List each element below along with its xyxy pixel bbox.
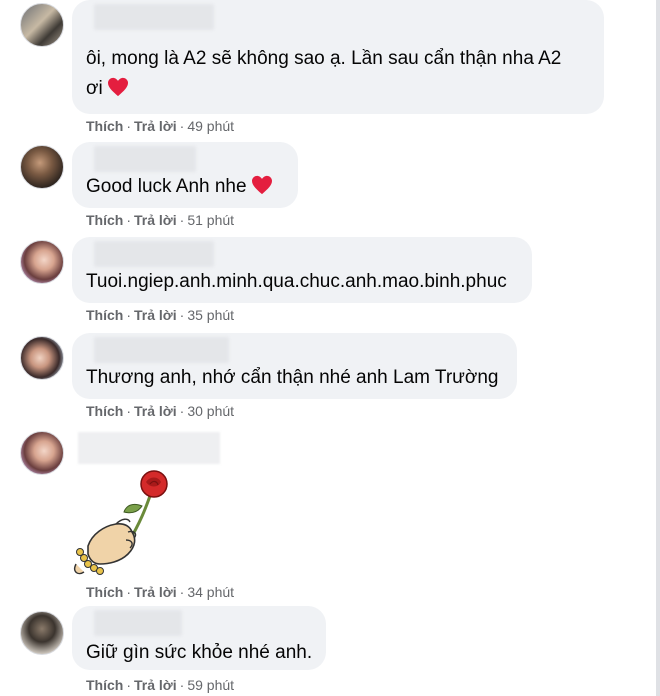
comment-actions: Thích · Trả lời · 51 phút	[86, 212, 235, 228]
comment-4: Thương anh, nhớ cẩn thận nhé anh Lam Trư…	[0, 333, 660, 427]
author-name-redacted[interactable]	[94, 241, 214, 267]
timestamp[interactable]: 35 phút	[187, 307, 234, 323]
avatar[interactable]	[20, 3, 64, 47]
like-link[interactable]: Thích	[86, 584, 123, 600]
reply-link[interactable]: Trả lời	[134, 584, 177, 600]
avatar[interactable]	[20, 145, 64, 189]
comment-actions: Thích · Trả lời · 35 phút	[86, 307, 235, 323]
heart-icon	[251, 175, 272, 195]
comment-actions: Thích · Trả lời · 59 phút	[86, 677, 235, 693]
comment-5: Thích · Trả lời · 34 phút	[0, 428, 660, 608]
comment-actions: Thích · Trả lời · 34 phút	[86, 584, 235, 600]
reply-link[interactable]: Trả lời	[134, 118, 177, 134]
like-link[interactable]: Thích	[86, 118, 123, 134]
rose-in-hand-sticker[interactable]	[70, 468, 174, 576]
comment-6: Giữ gìn sức khỏe nhé anh. Thích · Trả lời ·…	[0, 606, 660, 696]
timestamp[interactable]: 30 phút	[187, 403, 234, 419]
comment-text: Giữ gìn sức khỏe nhé anh.	[86, 642, 313, 663]
comment-bubble: Giữ gìn sức khỏe nhé anh.	[72, 606, 326, 670]
like-link[interactable]: Thích	[86, 403, 123, 419]
reply-link[interactable]: Trả lời	[134, 403, 177, 419]
avatar[interactable]	[20, 336, 64, 380]
avatar[interactable]	[20, 431, 64, 475]
timestamp[interactable]: 49 phút	[187, 118, 234, 134]
comment-bubble: Tuoi.ngiep.anh.minh.qua.chuc.anh.mao.bin…	[72, 237, 532, 303]
comment-text: ôi, mong là A2 sẽ không sao ạ. Lần sau c…	[86, 48, 562, 99]
author-name-redacted[interactable]	[78, 432, 220, 464]
timestamp[interactable]: 51 phút	[187, 212, 234, 228]
comment-bubble: Thương anh, nhớ cẩn thận nhé anh Lam Trư…	[72, 333, 517, 399]
comment-bubble: ôi, mong là A2 sẽ không sao ạ. Lần sau c…	[72, 0, 604, 114]
like-link[interactable]: Thích	[86, 307, 123, 323]
author-name-redacted[interactable]	[94, 337, 229, 363]
like-link[interactable]: Thích	[86, 677, 123, 693]
comment-1: ôi, mong là A2 sẽ không sao ạ. Lần sau c…	[0, 0, 660, 140]
comment-bubble: Good luck Anh nhe	[72, 142, 298, 208]
author-name-redacted[interactable]	[94, 610, 182, 636]
avatar[interactable]	[20, 611, 64, 655]
heart-icon	[107, 77, 128, 97]
comment-3: Tuoi.ngiep.anh.minh.qua.chuc.anh.mao.bin…	[0, 237, 660, 331]
comment-text: Tuoi.ngiep.anh.minh.qua.chuc.anh.mao.bin…	[86, 271, 507, 292]
comment-text: Good luck Anh nhe	[86, 172, 273, 202]
timestamp[interactable]: 34 phút	[187, 584, 234, 600]
comment-actions: Thích · Trả lời · 49 phút	[86, 118, 235, 134]
comment-actions: Thích · Trả lời · 30 phút	[86, 403, 235, 419]
comment-2: Good luck Anh nhe Thích · Trả lời · 51 phút	[0, 142, 660, 236]
reply-link[interactable]: Trả lời	[134, 677, 177, 693]
timestamp[interactable]: 59 phút	[187, 677, 234, 693]
author-name-redacted[interactable]	[94, 4, 214, 30]
reply-link[interactable]: Trả lời	[134, 307, 177, 323]
reply-link[interactable]: Trả lời	[134, 212, 177, 228]
avatar[interactable]	[20, 240, 64, 284]
like-link[interactable]: Thích	[86, 212, 123, 228]
author-name-redacted[interactable]	[94, 146, 196, 172]
comment-text: Thương anh, nhớ cẩn thận nhé anh Lam Trư…	[86, 367, 499, 388]
